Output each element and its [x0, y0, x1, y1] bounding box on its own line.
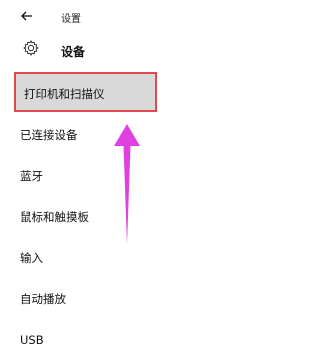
back-button[interactable]: [20, 9, 40, 25]
nav-item-label: 自动播放: [20, 292, 66, 306]
nav-item-typing[interactable]: 输入: [20, 250, 230, 266]
page-title: 设备: [61, 45, 86, 59]
nav-item-label: 打印机和扫描仪: [24, 87, 105, 101]
nav-item-label: 鼠标和触摸板: [20, 210, 89, 224]
gear-icon: [23, 40, 39, 56]
nav-item-connected-devices[interactable]: 已连接设备: [20, 127, 230, 143]
nav-item-label: 已连接设备: [20, 128, 78, 142]
page-header: 设备: [0, 36, 245, 64]
nav-item-label: USB: [20, 333, 44, 347]
nav-item-label: 输入: [20, 251, 43, 265]
nav-item-mouse-touchpad[interactable]: 鼠标和触摸板: [20, 209, 230, 225]
nav-item-usb[interactable]: USB: [20, 333, 230, 347]
title-bar: 设置: [0, 0, 245, 32]
nav-item-printers-scanners[interactable]: 打印机和扫描仪: [14, 72, 157, 112]
window-title: 设置: [61, 14, 81, 25]
back-arrow-icon: [21, 11, 32, 21]
nav-item-label: 蓝牙: [20, 169, 43, 183]
nav-item-autoplay[interactable]: 自动播放: [20, 291, 230, 307]
nav-item-bluetooth[interactable]: 蓝牙: [20, 168, 230, 184]
